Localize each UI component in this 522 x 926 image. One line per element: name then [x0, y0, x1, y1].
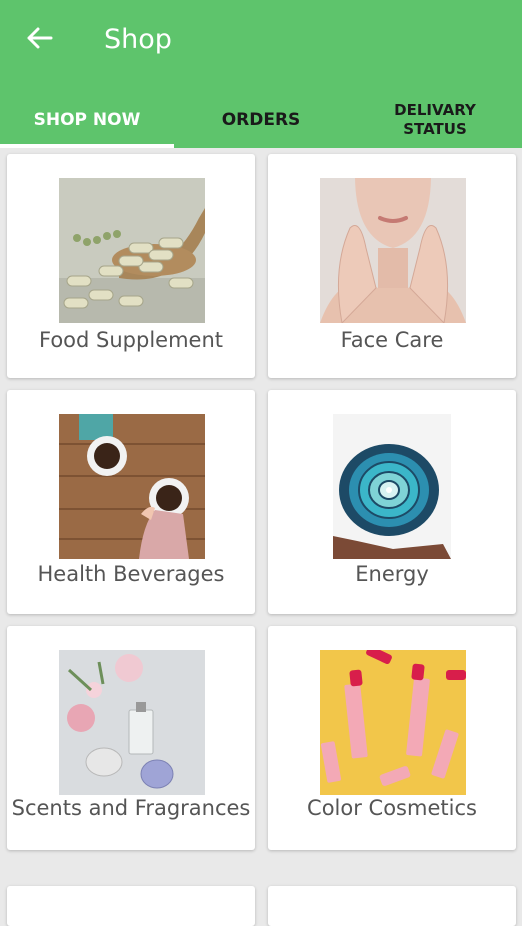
back-arrow-icon[interactable] [24, 22, 56, 54]
lipsticks-image [320, 650, 466, 795]
tab-bar: SHOP NOW ORDERS DELIVARY STATUS [0, 92, 522, 148]
tab-delivery-status[interactable]: DELIVARY STATUS [348, 92, 522, 148]
category-label: Food Supplement [38, 328, 223, 352]
tab-delivery-status-label: DELIVARY STATUS [394, 101, 476, 138]
category-label: Energy [355, 562, 429, 586]
category-card-partial[interactable] [7, 886, 255, 926]
category-card-partial[interactable] [268, 886, 516, 926]
coffee-cups-image [59, 414, 205, 559]
face-care-image [320, 178, 466, 323]
perfume-flowers-image [59, 650, 205, 795]
energy-disc-image [333, 414, 451, 559]
category-card-food-supplement[interactable]: Food Supplement [7, 154, 255, 378]
supplement-capsules-image [59, 178, 205, 323]
category-card-face-care[interactable]: Face Care [268, 154, 516, 378]
category-label: Color Cosmetics [307, 796, 477, 820]
category-label: Health Beverages [37, 562, 225, 586]
category-label: Face Care [340, 328, 444, 352]
category-card-scents-fragrances[interactable]: Scents and Fragrances [7, 626, 255, 850]
category-card-color-cosmetics[interactable]: Color Cosmetics [268, 626, 516, 850]
category-card-energy[interactable]: Energy [268, 390, 516, 614]
app-bar: Shop SHOP NOW ORDERS DELIVARY STATUS [0, 0, 522, 148]
category-label: Scents and Fragrances [11, 796, 251, 820]
tab-orders[interactable]: ORDERS [174, 92, 348, 148]
tab-shop-now[interactable]: SHOP NOW [0, 92, 174, 148]
category-card-health-beverages[interactable]: Health Beverages [7, 390, 255, 614]
page-title: Shop [104, 24, 172, 55]
active-tab-indicator [0, 144, 174, 148]
